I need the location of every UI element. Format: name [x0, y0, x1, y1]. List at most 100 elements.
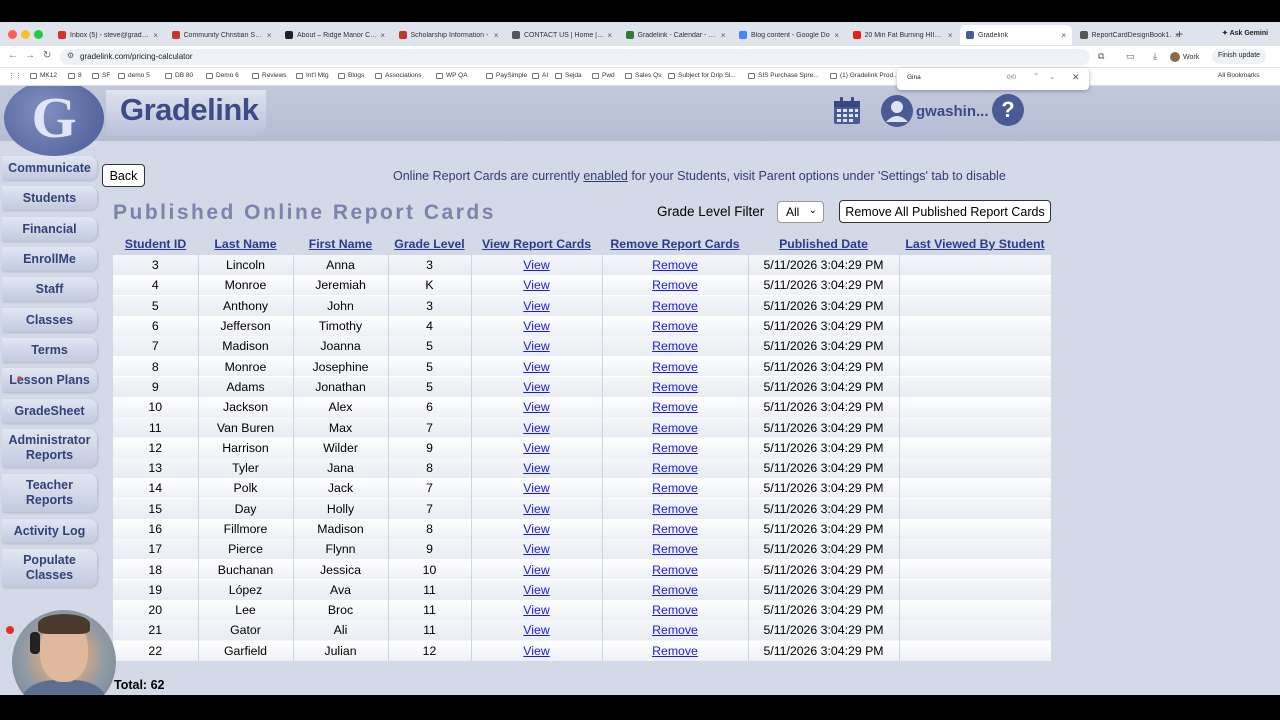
tab-close-icon[interactable]: × [1058, 31, 1066, 40]
bookmark-item[interactable]: AI [532, 72, 548, 79]
remove-link[interactable]: Remove [652, 380, 698, 394]
bookmark-item[interactable]: demo 5 [118, 72, 150, 79]
view-link[interactable]: View [523, 299, 549, 313]
tab-close-icon[interactable]: × [150, 31, 158, 40]
view-link[interactable]: View [523, 380, 549, 394]
browser-tab[interactable]: About – Ridge Manor Chri × [279, 25, 391, 45]
maximize-window-icon[interactable] [34, 30, 43, 39]
bookmark-item[interactable]: Sejda [555, 72, 582, 79]
ask-gemini-button[interactable]: ✦ Ask Gemini [1222, 29, 1268, 37]
view-link[interactable]: View [523, 502, 549, 516]
grade-level-filter-select[interactable]: All ⌄ [777, 201, 824, 223]
remove-all-button[interactable]: Remove All Published Report Cards [839, 200, 1051, 223]
reload-icon[interactable]: ↻ [43, 50, 51, 61]
sidepanel-icon[interactable]: ▭ [1126, 51, 1135, 62]
column-header[interactable]: Grade Level [388, 232, 471, 255]
remove-link[interactable]: Remove [652, 278, 698, 292]
sidebar-item-lesson-plans[interactable]: Lesson Plans [2, 368, 97, 392]
remove-link[interactable]: Remove [652, 522, 698, 536]
column-header[interactable]: Student ID [113, 232, 198, 255]
sidebar-item-teacher-reports[interactable]: Teacher Reports [2, 474, 97, 512]
back-button[interactable]: Back [102, 164, 145, 187]
bookmark-item[interactable]: PaySimple [486, 72, 527, 79]
bookmark-item[interactable]: Subject for Drip Sl... [668, 72, 736, 79]
back-arrow-icon[interactable]: ← [8, 50, 18, 61]
remove-link[interactable]: Remove [652, 319, 698, 333]
help-icon[interactable]: ? [992, 94, 1024, 126]
remove-link[interactable]: Remove [652, 299, 698, 313]
bookmark-item[interactable]: WP QA [436, 72, 468, 79]
sidebar-item-terms[interactable]: Terms [2, 338, 97, 362]
remove-link[interactable]: Remove [652, 583, 698, 597]
sidebar-item-administrator-reports[interactable]: Administrator Reports [2, 429, 97, 467]
view-link[interactable]: View [523, 339, 549, 353]
bookmark-item[interactable]: Reviews [252, 72, 287, 79]
remove-link[interactable]: Remove [652, 542, 698, 556]
view-link[interactable]: View [523, 583, 549, 597]
browser-tab[interactable]: Community Christian Scho × [166, 25, 278, 45]
view-link[interactable]: View [523, 603, 549, 617]
column-header[interactable]: View Report Cards [471, 232, 602, 255]
browser-tab[interactable]: Gradelink - Calendar - We × [620, 25, 732, 45]
remove-link[interactable]: Remove [652, 400, 698, 414]
browser-tab[interactable]: Inbox (5) - steve@gradelink × [52, 25, 164, 45]
profile-button[interactable]: Work [1170, 50, 1199, 64]
tab-close-icon[interactable]: × [604, 31, 612, 40]
view-link[interactable]: View [523, 400, 549, 414]
view-link[interactable]: View [523, 522, 549, 536]
view-link[interactable]: View [523, 258, 549, 272]
url-input[interactable]: ⚙ gradelink.com/pricing-calculator [60, 49, 1090, 65]
tab-close-icon[interactable]: × [945, 31, 953, 40]
new-tab-button[interactable]: + [1176, 27, 1183, 41]
column-header[interactable]: Last Name [198, 232, 293, 255]
view-link[interactable]: View [523, 481, 549, 495]
tab-close-icon[interactable]: × [718, 31, 726, 40]
remove-link[interactable]: Remove [652, 623, 698, 637]
user-icon[interactable] [880, 94, 914, 128]
sidebar-item-gradesheet[interactable]: GradeSheet [2, 399, 97, 423]
forward-arrow-icon[interactable]: → [25, 50, 35, 61]
sidebar-item-staff[interactable]: Staff [2, 277, 97, 301]
bookmark-item[interactable]: Int'l Mtg [296, 72, 329, 79]
close-window-icon[interactable] [8, 30, 17, 39]
browser-tab[interactable]: Gradelink × [960, 25, 1072, 45]
remove-link[interactable]: Remove [652, 644, 698, 658]
minimize-window-icon[interactable] [21, 30, 30, 39]
browser-tab[interactable]: Blog content - Google Do × [733, 25, 845, 45]
sidebar-item-enrollme[interactable]: EnrollMe [2, 247, 97, 271]
view-link[interactable]: View [523, 644, 549, 658]
view-link[interactable]: View [523, 421, 549, 435]
sidebar-item-classes[interactable]: Classes [2, 308, 97, 332]
view-link[interactable]: View [523, 278, 549, 292]
bookmark-item[interactable]: Sales Qs [625, 72, 661, 79]
user-name[interactable]: gwashin... [916, 103, 989, 120]
tab-close-icon[interactable]: × [831, 31, 839, 40]
find-input[interactable]: Gina [907, 74, 921, 81]
bookmark-item[interactable]: Demo 6 [206, 72, 239, 79]
remove-link[interactable]: Remove [652, 441, 698, 455]
bookmark-item[interactable]: 8 [68, 72, 82, 79]
remove-link[interactable]: Remove [652, 360, 698, 374]
browser-tab[interactable]: 20 Min Fat Burning HIIT W × [847, 25, 959, 45]
enabled-link[interactable]: enabled [583, 169, 628, 183]
tab-close-icon[interactable]: × [264, 31, 272, 40]
view-link[interactable]: View [523, 542, 549, 556]
bookmark-item[interactable]: (1) Gradelink Prod... [830, 72, 899, 79]
column-header[interactable]: Published Date [748, 232, 899, 255]
browser-tab[interactable]: CONTACT US | Home | Bu × [506, 25, 618, 45]
remove-link[interactable]: Remove [652, 481, 698, 495]
remove-link[interactable]: Remove [652, 461, 698, 475]
all-bookmarks-button[interactable]: All Bookmarks [1218, 72, 1260, 79]
bookmark-item[interactable]: DB 80 [165, 72, 193, 79]
extensions-icon[interactable]: ⧉ [1098, 51, 1104, 62]
remove-link[interactable]: Remove [652, 258, 698, 272]
apps-icon[interactable]: ⋮⋮ [8, 72, 22, 80]
tab-close-icon[interactable]: × [377, 31, 385, 40]
bookmark-item[interactable]: Pwd [592, 72, 615, 79]
sidebar-item-activity-log[interactable]: Activity Log [2, 519, 97, 543]
tab-close-icon[interactable]: × [491, 31, 499, 40]
view-link[interactable]: View [523, 563, 549, 577]
column-header[interactable]: Remove Report Cards [602, 232, 748, 255]
find-next-icon[interactable]: ⌄ [1049, 72, 1056, 81]
view-link[interactable]: View [523, 441, 549, 455]
